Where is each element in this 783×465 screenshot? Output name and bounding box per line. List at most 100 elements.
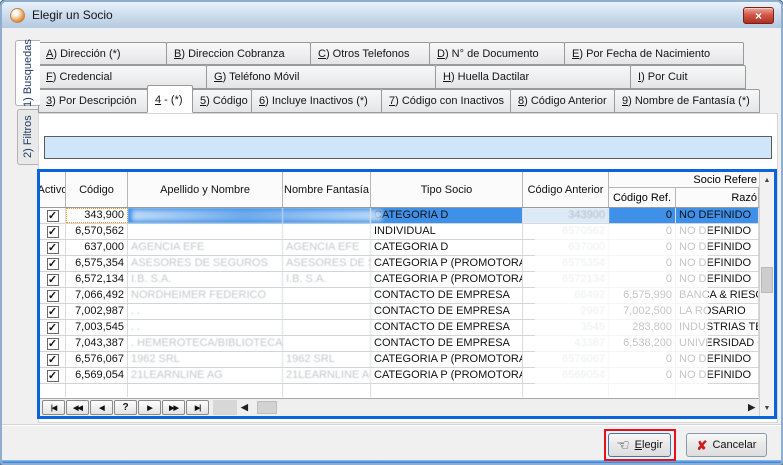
cell-codigo-ref: 0 <box>609 224 676 239</box>
cell-codigo-ref: 6,575,990 <box>609 288 676 303</box>
active-checkbox[interactable]: ✓ <box>47 290 59 302</box>
tab-9-nombre-de-fantas-a[interactable]: 9) Nombre de Fantasía (*) <box>614 89 760 113</box>
cell-razon: LA ROSARIO <box>676 304 759 319</box>
grid-row[interactable]: ✓637,000AGENCIA EFEAGENCIA EFECATEGORIA … <box>40 240 759 256</box>
tab-label: D) N° de Documento <box>437 48 539 60</box>
cell-codigo-ref: 0 <box>609 240 676 255</box>
col-header-nombre-fantasia[interactable]: Nombre Fantasía <box>283 172 371 207</box>
empty-cell <box>283 384 371 397</box>
tab-row-1: A) Dirección (*) B) Direccion Cobranza C) … <box>38 42 743 65</box>
cell-apellido-y-nombre: 1962 SRL <box>128 352 283 367</box>
grid-row[interactable]: ✓6,569,05421LEARNLINE AG21LEARNLINE AGCA… <box>40 368 759 384</box>
cell-apellido-y-nombre: . . <box>128 304 283 319</box>
cell-activo: ✓ <box>40 240 66 255</box>
active-checkbox[interactable]: ✓ <box>47 322 59 334</box>
tab-label: E) Por Fecha de Nacimiento <box>572 48 710 60</box>
vertical-scrollbar[interactable]: ▲ ▼ <box>759 172 774 416</box>
tab-label: H) Huella Dactilar <box>443 71 529 83</box>
tab-a-direcci-n[interactable]: A) Dirección (*) <box>38 42 167 65</box>
grid-row[interactable]: ✓7,066,492NORDHEIMER FEDERICOCONTACTO DE… <box>40 288 759 304</box>
cell-activo: ✓ <box>40 336 66 351</box>
active-checkbox[interactable]: ✓ <box>47 338 59 350</box>
hscroll-track[interactable] <box>277 400 744 415</box>
grid-row[interactable]: ✓6,576,0671962 SRL1962 SRLCATEGORIA P (P… <box>40 352 759 368</box>
grid-row[interactable]: ✓6,575,354ASESORES DE SEGUROSASESORES DE… <box>40 256 759 272</box>
grid-row[interactable]: ✓6,570,562INDIVIDUAL65705620NO DEFINIDO <box>40 224 759 240</box>
col-header-codigo[interactable]: Código <box>66 172 128 207</box>
nav-first-button[interactable]: |◀ <box>42 400 65 415</box>
chevron-left-icon[interactable]: ◀ <box>241 402 248 413</box>
cell-razon: NO DEFINIDO <box>676 272 759 287</box>
close-button[interactable]: × <box>743 7 774 24</box>
side-tab-2-filtros[interactable]: 2) Filtros <box>17 109 39 165</box>
cell-codigo-anterior: 6575354 <box>523 256 609 271</box>
active-checkbox[interactable]: ✓ <box>47 370 59 382</box>
empty-cell <box>523 384 609 397</box>
grid-navigator: |◀◀◀◀?▶▶▶▶| <box>42 400 210 415</box>
hscroll-thumb[interactable] <box>257 401 277 414</box>
cell-nombre-fantasia <box>283 320 371 335</box>
nav-prior-page-button[interactable]: ◀◀ <box>66 400 89 415</box>
active-checkbox[interactable]: ✓ <box>47 226 59 238</box>
cell-codigo-anterior: 43387 <box>523 336 609 351</box>
scroll-down-button[interactable]: ▼ <box>760 400 774 416</box>
nav-last-button[interactable]: ▶| <box>186 400 209 415</box>
cell-razon: NO DEFINIDO <box>676 224 759 239</box>
active-checkbox[interactable]: ✓ <box>47 354 59 366</box>
tab-b-direccion-cobranza[interactable]: B) Direccion Cobranza <box>166 42 311 65</box>
tab-g-tel-fono-m-vil[interactable]: G) Teléfono Móvil <box>206 65 436 89</box>
search-input[interactable] <box>44 136 772 159</box>
cell-tipo-socio: CATEGORIA D <box>371 240 523 255</box>
col-header-activo[interactable]: Activo <box>40 172 66 207</box>
cancelar-button[interactable]: ✘ Cancelar <box>686 433 767 457</box>
vscroll-thumb[interactable] <box>761 267 773 293</box>
grid-row[interactable]: ✓7,002,987. .CONTACTO DE EMPRESA29877,00… <box>40 304 759 320</box>
hscroll-button-block[interactable] <box>213 400 237 415</box>
nav-prior-button[interactable]: ◀ <box>90 400 113 415</box>
cell-codigo-anterior: 66492 <box>523 288 609 303</box>
tab-3-por-descripci-n[interactable]: 3) Por Descripción <box>38 89 148 113</box>
cell-codigo-ref: 0 <box>609 256 676 271</box>
footer-separator <box>2 424 781 426</box>
tab-e-por-fecha-de-nacimiento[interactable]: E) Por Fecha de Nacimiento <box>564 42 744 65</box>
tab-label: I) Por Cuit <box>638 71 688 83</box>
grid-row[interactable]: ✓7,043,387. HEMEROTECA/BIBLIOTECA CCONTA… <box>40 336 759 352</box>
col-header-codigo-anterior[interactable]: Código Anterior <box>523 172 609 207</box>
tab-i-por-cuit[interactable]: I) Por Cuit <box>630 65 746 89</box>
col-header-tipo-socio[interactable]: Tipo Socio <box>371 172 523 207</box>
col-header-apellido-y-nombre[interactable]: Apellido y Nombre <box>128 172 283 207</box>
col-header-codigo-ref[interactable]: Código Ref. <box>609 188 676 207</box>
tab-d-n-de-documento[interactable]: D) N° de Documento <box>429 42 565 65</box>
nav-next-page-button[interactable]: ▶▶ <box>162 400 185 415</box>
nav-help-button[interactable]: ? <box>114 400 137 415</box>
tab-label: B) Direccion Cobranza <box>174 48 285 60</box>
cell-razon: INDUSTRIAS TE <box>676 320 759 335</box>
grid-row[interactable]: ✓7,003,545. .CONTACTO DE EMPRESA3545283,… <box>40 320 759 336</box>
tab-h-huella-dactilar[interactable]: H) Huella Dactilar <box>435 65 631 89</box>
col-header-razon[interactable]: Razó <box>676 188 759 207</box>
empty-cell <box>66 384 128 397</box>
active-checkbox[interactable]: ✓ <box>47 258 59 270</box>
tab-4[interactable]: 4 - (*) <box>147 85 193 113</box>
active-checkbox[interactable]: ✓ <box>47 274 59 286</box>
cell-codigo-anterior: 6570562 <box>523 224 609 239</box>
tab-7-c-digo-con-inactivos[interactable]: 7) Código con Inactivos <box>381 89 511 113</box>
grid-row[interactable]: ✓6,572,134I.B. S.A.I.B. S.A.CATEGORIA P … <box>40 272 759 288</box>
tab-6-incluye-inactivos[interactable]: 6) Incluye Inactivos (*) <box>251 89 382 113</box>
elegir-button[interactable]: ☜ Elegir <box>608 433 671 457</box>
nav-next-button[interactable]: ▶ <box>138 400 161 415</box>
tab-5-c-digo[interactable]: 5) Código <box>192 89 252 113</box>
scroll-up-button[interactable]: ▲ <box>760 172 774 188</box>
tab-8-c-digo-anterior[interactable]: 8) Código Anterior <box>510 89 615 113</box>
grid-row[interactable]: ✓343,900CATEGORIA D3439000NO DEFINIDO <box>40 208 759 224</box>
group-header-label: Socio Refere <box>609 172 759 188</box>
chevron-right-icon[interactable]: ▶ <box>748 402 755 413</box>
active-checkbox[interactable]: ✓ <box>47 242 59 254</box>
side-tab-1-busquedas[interactable]: 1) Busquedas <box>15 40 40 106</box>
active-checkbox[interactable]: ✓ <box>47 306 59 318</box>
active-checkbox[interactable]: ✓ <box>47 210 59 222</box>
socios-grid: ActivoCódigoApellido y NombreNombre Fant… <box>37 169 777 419</box>
tab-c-otros-telefonos[interactable]: C) Otros Telefonos <box>310 42 430 65</box>
cell-apellido-y-nombre: AGENCIA EFE <box>128 240 283 255</box>
tab-label: C) Otros Telefonos <box>318 48 410 60</box>
